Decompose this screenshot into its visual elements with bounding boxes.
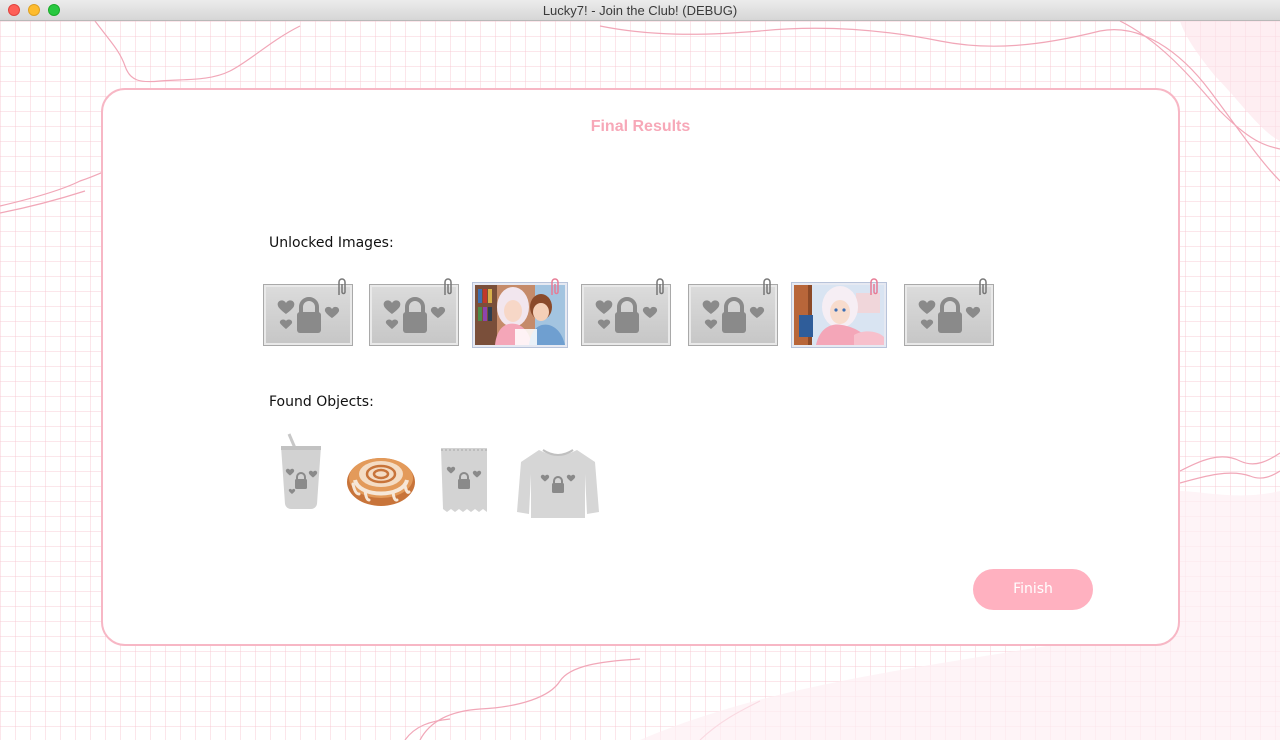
paperclip-pink-icon — [870, 278, 878, 295]
gallery-thumb-locked[interactable] — [369, 278, 459, 346]
cinnamon-roll-icon[interactable] — [345, 450, 417, 510]
paperclip-icon — [656, 278, 664, 295]
cup-locked-icon[interactable] — [275, 432, 327, 512]
gallery-thumb-locked[interactable] — [581, 278, 671, 346]
gallery-thumb-locked[interactable] — [688, 278, 778, 346]
paperclip-icon — [444, 278, 452, 295]
paperclip-pink-icon — [551, 278, 559, 295]
note-locked-icon[interactable] — [439, 446, 491, 518]
sweater-locked-icon[interactable] — [517, 446, 599, 520]
gallery-thumb-unlocked[interactable] — [473, 278, 567, 347]
unlocked-images-label: Unlocked Images: — [269, 235, 394, 251]
paperclip-icon — [979, 278, 987, 295]
finish-button[interactable]: Finish — [973, 569, 1093, 610]
window-title: Lucky7! - Join the Club! (DEBUG) — [542, 3, 738, 18]
gallery-thumb-locked[interactable] — [904, 278, 994, 346]
gallery-thumb-locked[interactable] — [263, 278, 353, 346]
window-titlebar: Lucky7! - Join the Club! (DEBUG) — [0, 0, 1280, 21]
found-objects-label: Found Objects: — [269, 394, 374, 410]
gallery-thumb-unlocked[interactable] — [792, 278, 886, 347]
results-dialog: Final Results Unlocked Images: Found Obj… — [101, 88, 1180, 646]
panel-title: Final Results — [590, 118, 691, 135]
paperclip-icon — [338, 278, 346, 295]
paperclip-icon — [763, 278, 771, 295]
